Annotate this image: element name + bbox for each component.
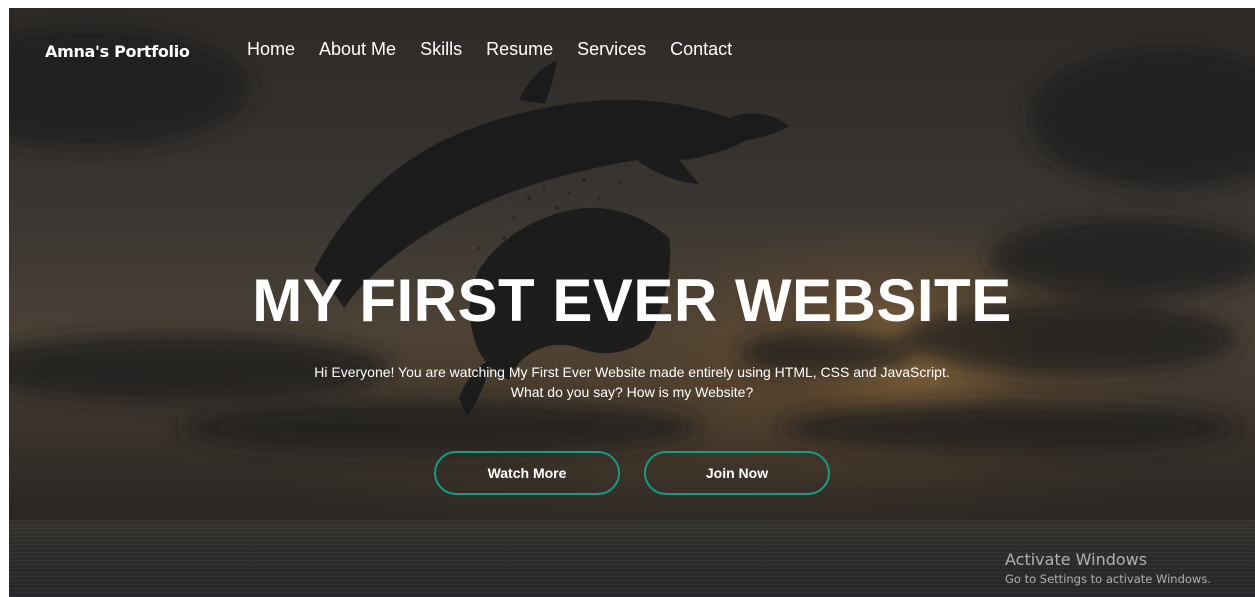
hero-title: MY FIRST EVER WEBSITE <box>252 267 1012 334</box>
hero-text-line-2: What do you say? How is my Website? <box>510 384 754 400</box>
nav-link-contact[interactable]: Contact <box>670 39 732 60</box>
windows-activation-watermark: Activate Windows Go to Settings to activ… <box>1005 550 1211 588</box>
nav-link-about-me[interactable]: About Me <box>319 39 396 60</box>
watch-more-button[interactable]: Watch More <box>434 451 620 495</box>
hero-buttons: Watch More Join Now <box>9 451 1255 495</box>
join-now-button[interactable]: Join Now <box>644 451 830 495</box>
hero-section: MY FIRST EVER WEBSITE Hi Everyone! You a… <box>9 266 1255 402</box>
hero-description: Hi Everyone! You are watching My First E… <box>9 362 1255 402</box>
watermark-title: Activate Windows <box>1005 550 1148 569</box>
navbar: Amna's Portfolio Home About Me Skills Re… <box>9 8 1255 94</box>
nav-link-home[interactable]: Home <box>247 39 295 60</box>
nav-link-skills[interactable]: Skills <box>420 39 462 60</box>
browser-viewport: Amna's Portfolio Home About Me Skills Re… <box>9 8 1255 597</box>
brand-logo[interactable]: Amna's Portfolio <box>45 42 190 61</box>
nav-link-resume[interactable]: Resume <box>486 39 553 60</box>
nav-link-services[interactable]: Services <box>577 39 646 60</box>
nav-links: Home About Me Skills Resume Services Con… <box>247 39 756 60</box>
watermark-subtitle: Go to Settings to activate Windows. <box>1005 572 1211 586</box>
hero-text-line-1: Hi Everyone! You are watching My First E… <box>314 364 950 380</box>
